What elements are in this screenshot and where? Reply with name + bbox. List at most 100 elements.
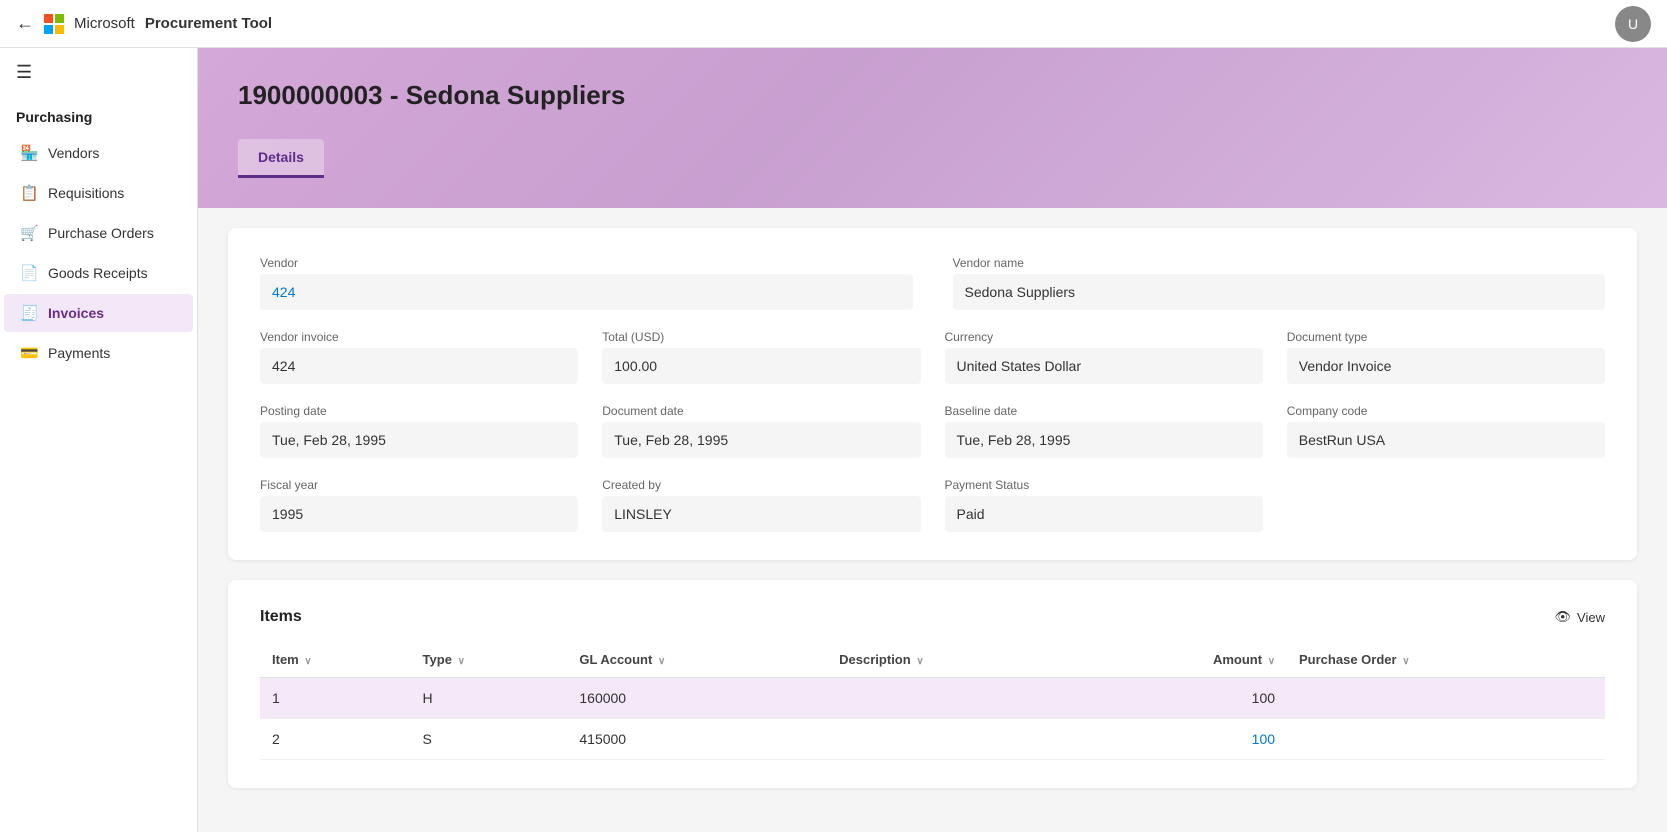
document-date-value: Tue, Feb 28, 1995 (602, 422, 920, 458)
requisitions-icon: 📋 (20, 184, 38, 202)
sort-icon-po: ∨ (1402, 656, 1409, 667)
sidebar: ☰ Purchasing 🏪 Vendors 📋 Requisitions 🛒 … (0, 48, 198, 832)
brand-label: Microsoft (74, 15, 135, 32)
payments-icon: 💳 (20, 344, 38, 362)
cell-amount-1: 100 (1084, 719, 1287, 760)
company-code-field: Company code BestRun USA (1287, 404, 1605, 458)
microsoft-logo (44, 14, 64, 34)
col-description[interactable]: Description ∨ (827, 642, 1083, 678)
vendor-label: Vendor (260, 256, 913, 270)
content-area: Vendor 424 Vendor name Sedona Suppliers … (198, 208, 1667, 832)
col-amount[interactable]: Amount ∨ (1084, 642, 1287, 678)
document-date-label: Document date (602, 404, 920, 418)
sidebar-item-label-requisitions: Requisitions (48, 185, 124, 201)
vendor-name-field: Vendor name Sedona Suppliers (953, 256, 1606, 310)
cell-type-0: H (411, 678, 568, 719)
created-by-value: LINSLEY (602, 496, 920, 532)
fiscal-year-field: Fiscal year 1995 (260, 478, 578, 532)
sidebar-item-purchase-orders[interactable]: 🛒 Purchase Orders (4, 214, 193, 252)
tabs: Details (238, 139, 1627, 178)
document-type-value: Vendor Invoice (1287, 348, 1605, 384)
items-table: Item ∨ Type ∨ GL Account ∨ (260, 642, 1605, 760)
document-type-label: Document type (1287, 330, 1605, 344)
posting-date-value: Tue, Feb 28, 1995 (260, 422, 578, 458)
sidebar-item-label-purchase-orders: Purchase Orders (48, 225, 154, 241)
cell-po-1 (1287, 719, 1605, 760)
baseline-date-value: Tue, Feb 28, 1995 (945, 422, 1263, 458)
vendor-invoice-value: 424 (260, 348, 578, 384)
document-date-field: Document date Tue, Feb 28, 1995 (602, 404, 920, 458)
vendor-invoice-label: Vendor invoice (260, 330, 578, 344)
sidebar-item-requisitions[interactable]: 📋 Requisitions (4, 174, 193, 212)
cell-gl-0: 160000 (567, 678, 827, 719)
sidebar-item-vendors[interactable]: 🏪 Vendors (4, 134, 193, 172)
payment-status-label: Payment Status (945, 478, 1263, 492)
col-purchase-order[interactable]: Purchase Order ∨ (1287, 642, 1605, 678)
sidebar-item-label-vendors: Vendors (48, 145, 99, 161)
payment-status-field: Payment Status Paid (945, 478, 1263, 532)
cell-gl-1: 415000 (567, 719, 827, 760)
col-gl-account[interactable]: GL Account ∨ (567, 642, 827, 678)
page-title: 1900000003 - Sedona Suppliers (238, 80, 1627, 111)
hamburger-button[interactable]: ☰ (0, 48, 197, 97)
total-usd-value: 100.00 (602, 348, 920, 384)
currency-label: Currency (945, 330, 1263, 344)
vendor-name-value: Sedona Suppliers (953, 274, 1606, 310)
view-button[interactable]: 👁 View (1555, 609, 1605, 625)
table-body: 1 H 160000 100 2 S 415000 100 (260, 678, 1605, 760)
items-header: Items 👁 View (260, 608, 1605, 626)
table-row: 1 H 160000 100 (260, 678, 1605, 719)
posting-date-field: Posting date Tue, Feb 28, 1995 (260, 404, 578, 458)
vendor-value[interactable]: 424 (260, 274, 913, 310)
sidebar-item-label-payments: Payments (48, 345, 110, 361)
sort-icon-type: ∨ (458, 656, 465, 667)
fiscal-row: Fiscal year 1995 Created by LINSLEY Paym… (260, 478, 1605, 532)
sort-icon-item: ∨ (304, 656, 311, 667)
currency-value: United States Dollar (945, 348, 1263, 384)
cell-po-0 (1287, 678, 1605, 719)
vendor-name-label: Vendor name (953, 256, 1606, 270)
vendor-invoice-field: Vendor invoice 424 (260, 330, 578, 384)
back-button[interactable]: ← (16, 13, 34, 34)
created-by-field: Created by LINSLEY (602, 478, 920, 532)
goods-receipts-icon: 📄 (20, 264, 38, 282)
document-type-field: Document type Vendor Invoice (1287, 330, 1605, 384)
sidebar-item-label-goods-receipts: Goods Receipts (48, 265, 148, 281)
cell-desc-0 (827, 678, 1083, 719)
total-usd-field: Total (USD) 100.00 (602, 330, 920, 384)
sort-icon-amount: ∨ (1268, 656, 1275, 667)
page-header: 1900000003 - Sedona Suppliers Details (198, 48, 1667, 208)
invoices-icon: 🧾 (20, 304, 38, 322)
fiscal-year-value: 1995 (260, 496, 578, 532)
sidebar-section-purchasing: Purchasing (0, 97, 197, 133)
cell-type-1: S (411, 719, 568, 760)
avatar[interactable]: U (1615, 6, 1651, 42)
col-type[interactable]: Type ∨ (411, 642, 568, 678)
dates-row: Posting date Tue, Feb 28, 1995 Document … (260, 404, 1605, 458)
vendors-icon: 🏪 (20, 144, 38, 162)
topbar: ← Microsoft Procurement Tool U (0, 0, 1667, 48)
sidebar-item-goods-receipts[interactable]: 📄 Goods Receipts (4, 254, 193, 292)
currency-field: Currency United States Dollar (945, 330, 1263, 384)
sort-icon-desc: ∨ (916, 656, 923, 667)
tab-details[interactable]: Details (238, 139, 324, 178)
purchase-orders-icon: 🛒 (20, 224, 38, 242)
sidebar-item-payments[interactable]: 💳 Payments (4, 334, 193, 372)
sort-icon-gl: ∨ (658, 656, 665, 667)
cell-amount-0: 100 (1084, 678, 1287, 719)
table-header: Item ∨ Type ∨ GL Account ∨ (260, 642, 1605, 678)
total-usd-label: Total (USD) (602, 330, 920, 344)
view-icon: 👁 (1555, 609, 1572, 625)
sidebar-item-invoices[interactable]: 🧾 Invoices (4, 294, 193, 332)
sidebar-item-label-invoices: Invoices (48, 305, 104, 321)
view-label: View (1577, 610, 1605, 625)
created-by-label: Created by (602, 478, 920, 492)
col-item[interactable]: Item ∨ (260, 642, 411, 678)
details-card: Vendor 424 Vendor name Sedona Suppliers … (228, 228, 1637, 560)
cell-desc-1 (827, 719, 1083, 760)
posting-date-label: Posting date (260, 404, 578, 418)
payment-status-value: Paid (945, 496, 1263, 532)
items-card: Items 👁 View Item ∨ (228, 580, 1637, 788)
table-row: 2 S 415000 100 (260, 719, 1605, 760)
company-code-value: BestRun USA (1287, 422, 1605, 458)
